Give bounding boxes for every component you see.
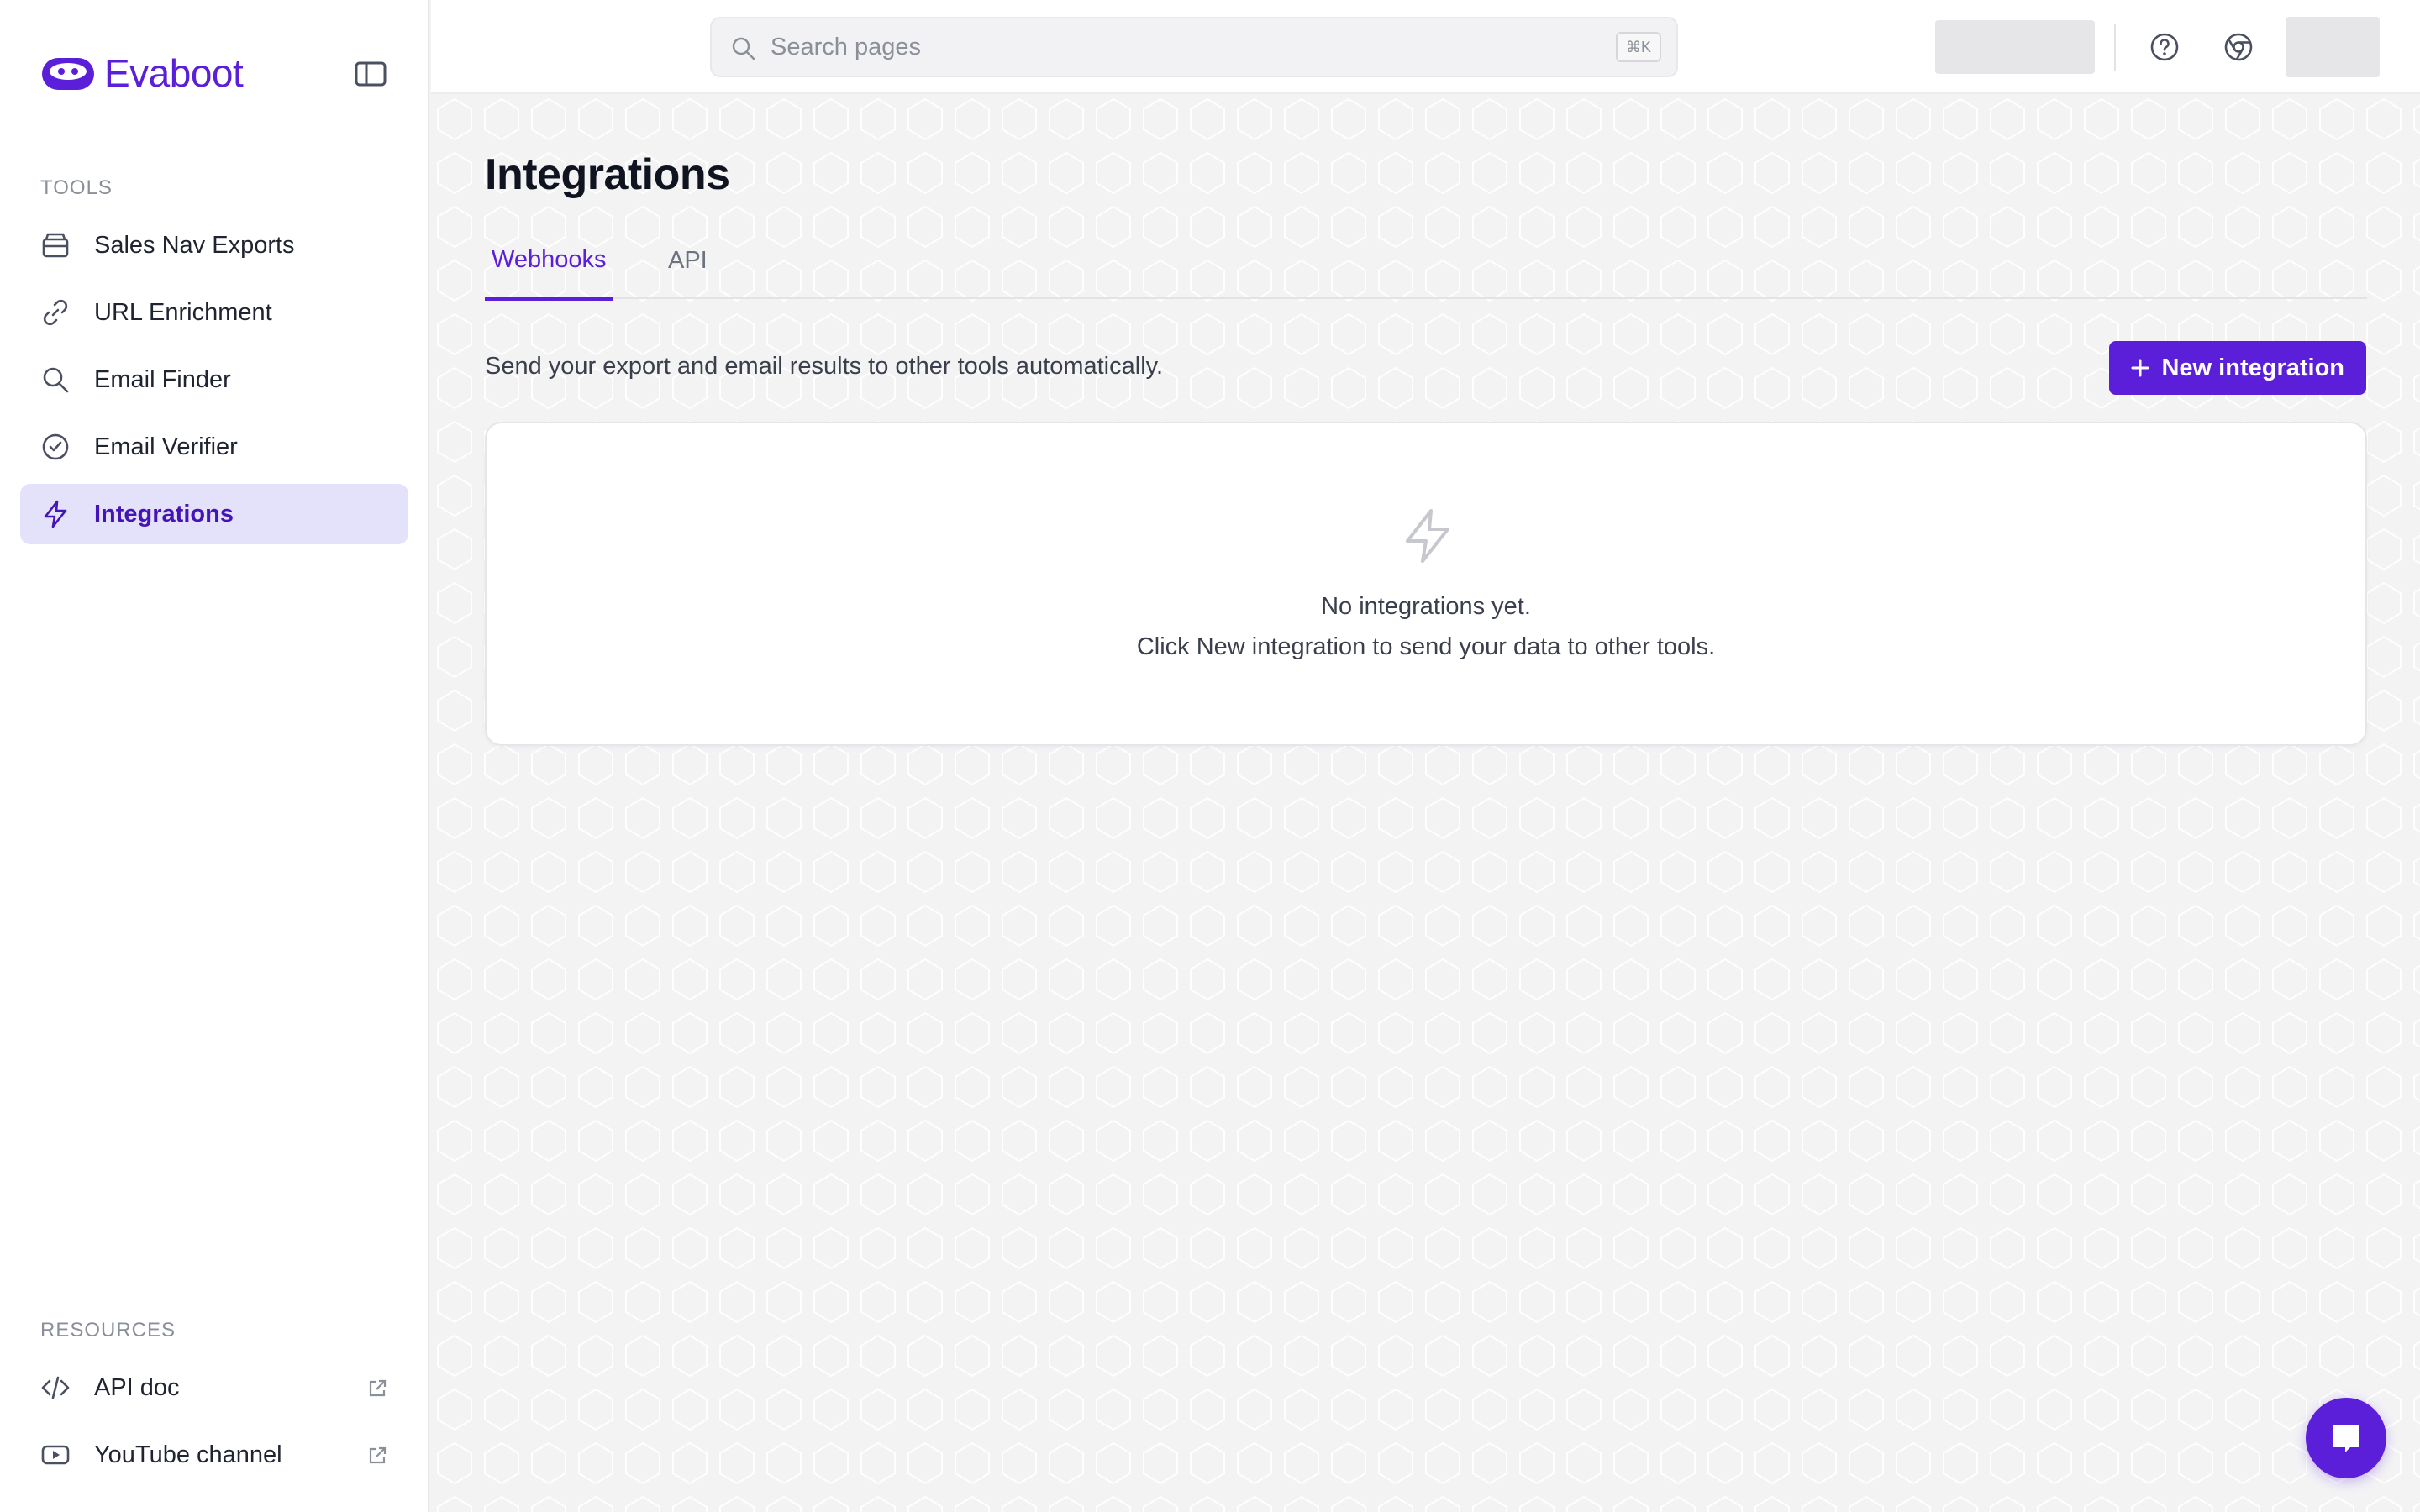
sidebar-item-label: Sales Nav Exports [94, 231, 295, 259]
empty-state-card: No integrations yet. Click New integrati… [485, 422, 2367, 746]
new-integration-label: New integration [2161, 354, 2344, 381]
youtube-icon [41, 1445, 70, 1465]
help-icon[interactable] [2148, 30, 2181, 64]
link-icon [43, 299, 68, 326]
search-icon [43, 367, 69, 393]
inbox-icon [42, 233, 69, 258]
evaboot-logo[interactable]: Evaboot [40, 50, 244, 96]
evaboot-logo-icon [42, 58, 94, 90]
sidebar-item-label: Integrations [94, 500, 234, 528]
empty-state-hint: Click New integration to send your data … [1136, 633, 1716, 660]
resources-heading: RESOURCES [40, 1319, 176, 1341]
new-integration-button[interactable]: New integration [2109, 341, 2366, 395]
top-divider [2114, 24, 2116, 71]
search-input[interactable] [771, 18, 1527, 76]
main-content: Integrations Webhooks API Send your expo… [431, 96, 2420, 1512]
page-title: Integrations [485, 150, 730, 199]
tab-bar: Webhooks API [485, 222, 2367, 301]
external-link-icon [369, 1379, 387, 1397]
search-bar[interactable]: ⌘K [710, 17, 1678, 77]
chat-launcher-button[interactable] [2306, 1398, 2386, 1478]
tab-api[interactable]: API [661, 222, 714, 299]
account-placeholder[interactable] [2286, 17, 2380, 77]
chat-icon [2333, 1425, 2359, 1452]
sidebar-item-label: YouTube channel [94, 1441, 282, 1468]
top-bar: ⌘K [431, 0, 2420, 94]
sidebar-item-label: Email Finder [94, 365, 231, 393]
sidebar-item-email-verifier[interactable]: Email Verifier [20, 417, 408, 477]
search-icon [732, 37, 755, 60]
hexagon-background-pattern [431, 96, 2420, 1512]
lightning-icon [1406, 509, 1449, 563]
sidebar-item-api-doc[interactable]: API doc [20, 1357, 408, 1418]
sidebar-item-url-enrichment[interactable]: URL Enrichment [20, 282, 408, 343]
search-shortcut-badge: ⌘K [1615, 32, 1661, 62]
code-icon [41, 1376, 70, 1399]
sidebar-item-label: URL Enrichment [94, 298, 272, 326]
chrome-icon[interactable] [2222, 30, 2255, 64]
sidebar-item-youtube-channel[interactable]: YouTube channel [20, 1425, 408, 1485]
external-link-icon [369, 1446, 387, 1464]
sidebar-toggle-icon[interactable] [353, 59, 388, 89]
sidebar-item-label: Email Verifier [94, 433, 238, 460]
sidebar: Evaboot TOOLS Sales Nav Exports URL Enri… [0, 0, 429, 1512]
lightning-icon [44, 500, 67, 528]
plus-icon [2131, 359, 2149, 377]
app-name: Evaboot [104, 51, 244, 95]
tools-heading: TOOLS [40, 176, 113, 199]
sidebar-item-email-finder[interactable]: Email Finder [20, 349, 408, 410]
credits-placeholder [1935, 20, 2095, 74]
sidebar-item-sales-nav-exports[interactable]: Sales Nav Exports [20, 215, 408, 276]
empty-state-title: No integrations yet. [1321, 593, 1531, 620]
sidebar-item-label: API doc [94, 1373, 180, 1401]
integrations-description: Send your export and email results to ot… [485, 353, 1164, 380]
check-circle-icon [42, 433, 69, 460]
tab-webhooks[interactable]: Webhooks [485, 222, 613, 301]
sidebar-item-integrations[interactable]: Integrations [20, 484, 408, 544]
